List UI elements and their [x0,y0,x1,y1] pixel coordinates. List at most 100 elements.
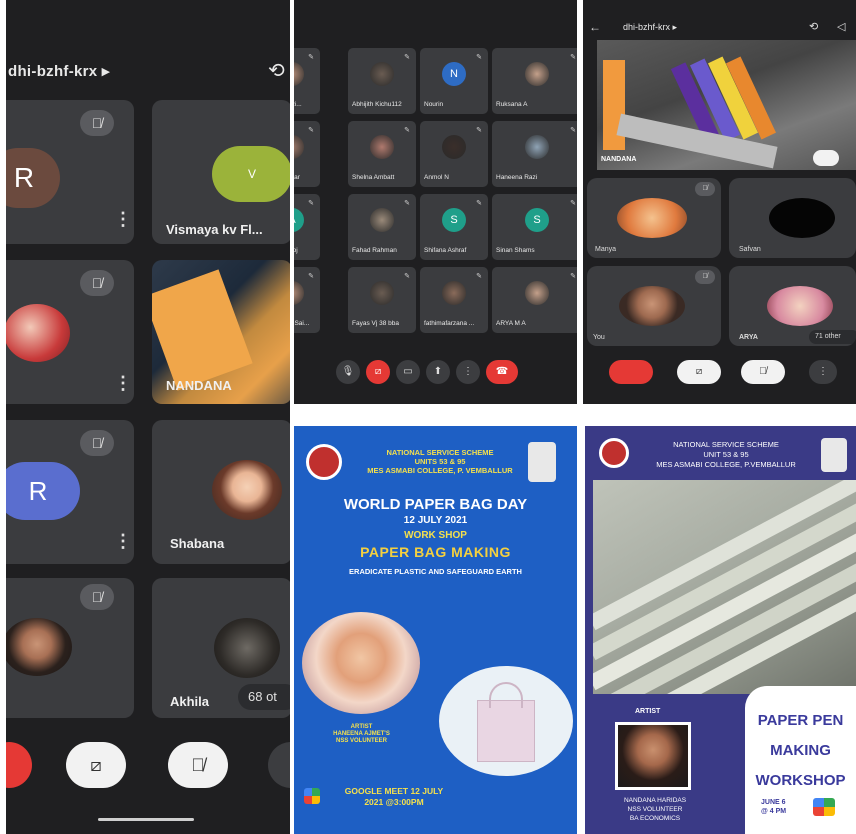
avatar: A [294,208,304,232]
participant-tile[interactable]: ✎ Anmol N [420,121,488,187]
camera-off-button[interactable]: ⧄ [366,360,390,384]
back-arrow-icon[interactable]: ← [589,20,601,34]
mic-button[interactable]: 🎙 [336,360,360,384]
units: UNITS 53 & 95 [414,457,466,466]
participant-photo [6,618,72,676]
participant-tile[interactable]: ✎ hankar [294,121,320,187]
participant-tile[interactable]: A ✎ Manoj [294,194,320,260]
mic-off-icon: 🎙̸ [695,182,715,196]
mic-off-icon: 🎙̸ [80,584,114,610]
participant-tile[interactable]: S ✎ Sinan Shams [492,194,577,260]
pin-button[interactable] [813,150,839,166]
participant-photo [294,281,304,305]
participant-tile[interactable]: ✎ med Sai... [294,267,320,333]
participant-name: Shazi... [294,101,302,108]
participant-tile[interactable]: ✎ Abhijith Kichu112 [348,48,416,114]
paper-bag-poster: NATIONAL SERVICE SCHEME UNITS 53 & 95 ME… [294,426,577,834]
more-options-icon[interactable]: ⋮ [114,210,132,228]
more-button[interactable] [268,742,290,788]
audio-icon[interactable]: ◁ [837,20,845,33]
more-options-icon[interactable]: ⋮ [114,532,132,550]
participant-photo [525,62,549,86]
participant-tile[interactable]: You 🎙̸ [587,266,721,346]
others-badge[interactable]: 71 other [809,330,856,344]
participant-tile[interactable]: V Vismaya kv Fl... [152,100,290,244]
participant-tile[interactable]: 🎙̸ [6,578,134,718]
artist-photo [302,612,420,714]
present-button[interactable]: ⬆ [426,360,450,384]
event-name: PAPER BAG MAKING [360,544,511,560]
participant-tile[interactable]: ✎ Shelna Ambatt [348,121,416,187]
artist-label: ARTIST [635,708,661,715]
participant-tile[interactable]: Akhila 68 ot [152,578,290,718]
more-button[interactable]: ⋮ [809,360,837,384]
participant-photo [294,135,304,159]
nss-logo [599,438,629,468]
participant-tile[interactable]: N ✎ Nourin [420,48,488,114]
participant-video[interactable]: NANDANA [152,260,290,404]
switch-camera-icon[interactable]: ⟲ [268,60,290,82]
participant-tile[interactable]: Manya 🎙̸ [587,178,721,258]
camera-off-button[interactable]: ⧄ [677,360,721,384]
meet-screenshot-2: ✎ Shazi... ✎ Abhijith Kichu112 N ✎ Nourin ✎ Ruks… [294,0,577,404]
participant-name: Ruksana A [496,101,528,108]
mic-off-icon: ✎ [308,273,314,280]
end-call-button[interactable] [6,742,32,788]
participant-tile[interactable]: ARYA 71 other [729,266,856,346]
participant-tile[interactable]: ✎ ARYA M A [492,267,577,333]
participant-name: Akhila [170,694,210,709]
participant-tile[interactable]: S ✎ Shifana Ashraf [420,194,488,260]
captions-button[interactable]: ▭ [396,360,420,384]
switch-camera-icon[interactable]: ⟲ [809,20,818,33]
mic-off-icon: ✎ [308,200,314,207]
participant-name: med Sai... [294,320,310,327]
paper-sheet [603,60,625,150]
meet-screenshot-3: ← dhi-bzhf-krx ▸ ⟲ ◁ NANDANA Manya 🎙̸ Sa… [583,0,856,404]
paper-bag-photo [439,666,573,776]
camera-off-button[interactable]: ⧄ [66,742,126,788]
artist-label: ARTIST [350,724,373,730]
mic-off-icon: ✎ [570,127,576,134]
event-date: 12 JULY 2021 [403,515,468,526]
avatar: S [442,208,466,232]
more-options-icon[interactable]: ⋮ [114,374,132,392]
paper-pen-poster: NATIONAL SERVICE SCHEME UNIT 53 & 95 MES… [585,426,856,834]
participant-tile[interactable]: Shabana [152,420,290,564]
google-meet-icon [304,788,320,804]
mic-off-icon: 🎙̸ [80,270,114,296]
participant-tile[interactable]: ✎ Haneena Razi [492,121,577,187]
more-button[interactable]: ⋮ [456,360,480,384]
mic-off-icon: ✎ [404,273,410,280]
participant-tile[interactable]: ✎ fathimafarzana ... [420,267,488,333]
participant-name: NANDANA [601,156,637,163]
mic-off-button[interactable]: 🎙̸ [168,742,228,788]
participant-tile[interactable]: ✎ Ruksana A [492,48,577,114]
participant-photo [212,460,282,520]
mic-off-icon: ✎ [308,54,314,61]
participant-tile[interactable]: ✎ Fayas Vj 38 bba [348,267,416,333]
workshop-title: PAPER PEN MAKING WORKSHOP [745,706,856,796]
participant-tile[interactable]: ✎ Fahad Rahman [348,194,416,260]
mic-off-icon: ✎ [404,127,410,134]
others-badge[interactable]: 68 ot [238,684,290,710]
mic-off-button[interactable]: 🎙̸ [741,360,785,384]
mic-off-icon: ✎ [476,54,482,61]
participant-photo [370,135,394,159]
participant-tile[interactable]: Safvan [729,178,856,258]
college-name: MES ASMABI COLLEGE, P. VEMBALLUR [367,466,513,475]
title-line-2: MAKING [770,742,831,759]
meeting-code[interactable]: dhi-bzhf-krx ▸ [623,22,677,33]
participant-photo [370,208,394,232]
date-line-1: JUNE 6 [761,799,786,806]
participant-tile[interactable]: ✎ Shazi... [294,48,320,114]
avatar: R [6,462,80,520]
artist-name: HANEENA AJMET'S [333,731,390,737]
units: UNIT 53 & 95 [703,450,749,459]
participant-photo [6,304,70,362]
meeting-code[interactable]: dhi-bzhf-krx ▸ [8,62,110,80]
end-call-button[interactable]: ☎ [486,360,518,384]
end-call-button[interactable] [609,360,653,384]
main-video[interactable]: NANDANA [597,40,856,170]
paper-sheet [152,269,253,391]
artist-photo [618,725,688,787]
